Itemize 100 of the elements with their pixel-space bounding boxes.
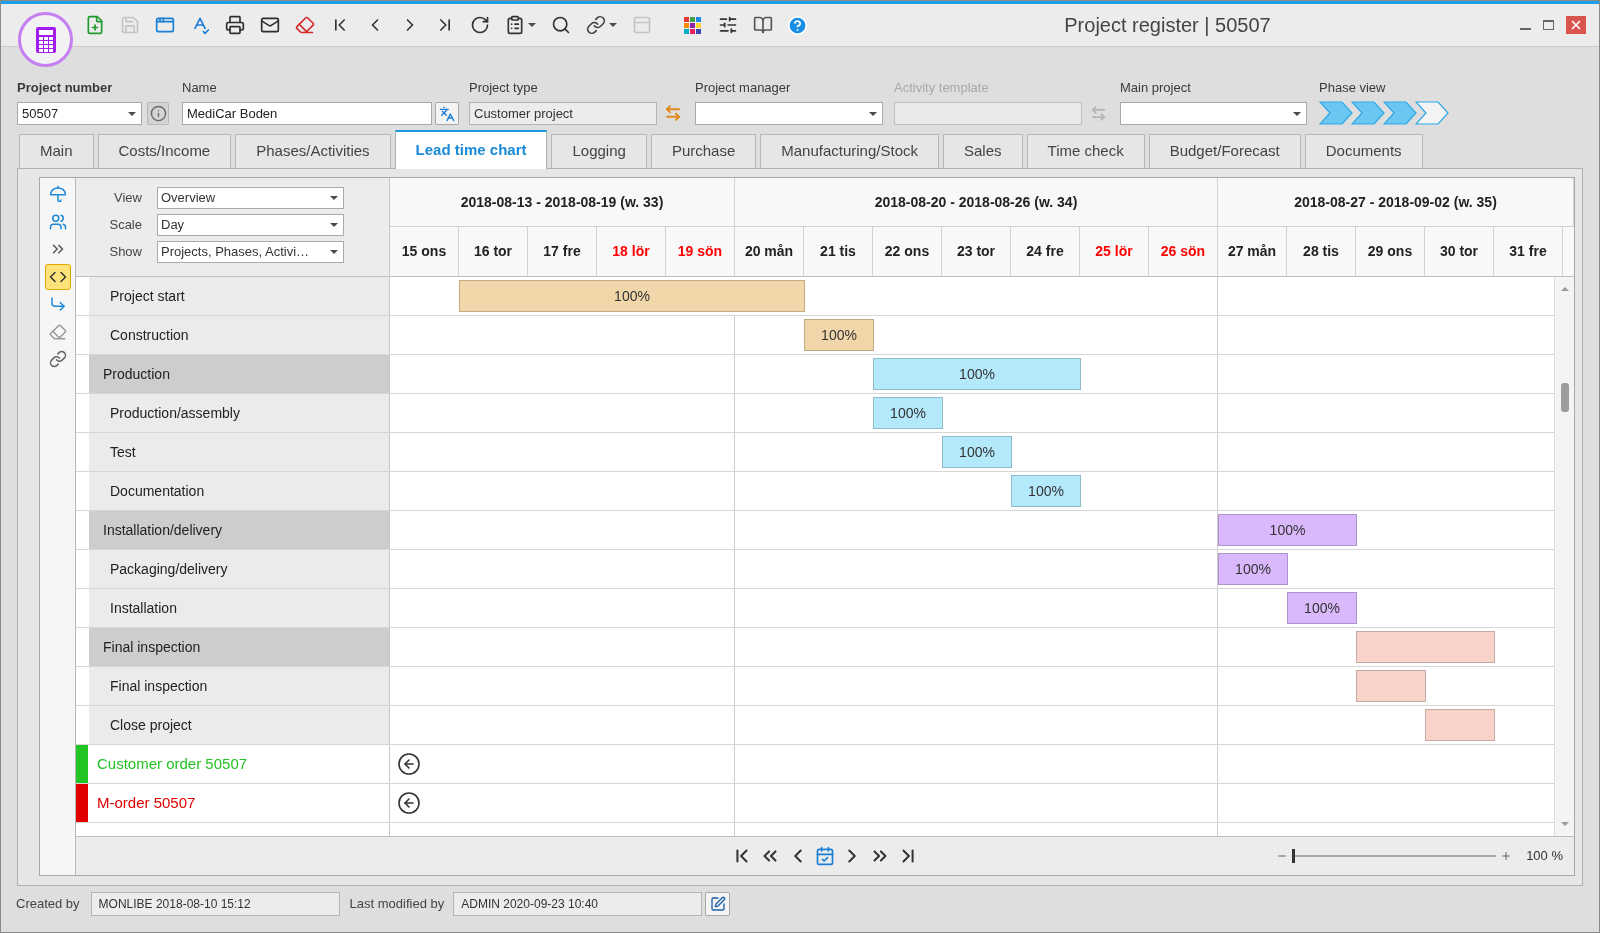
- printer-icon[interactable]: [224, 15, 245, 35]
- caret-icon[interactable]: [330, 250, 338, 254]
- arrow-left-circle-icon[interactable]: [397, 791, 421, 815]
- day-header: 24 fre: [1011, 227, 1080, 276]
- day-header: 27 mån: [1218, 227, 1287, 276]
- field-label: Project manager: [695, 80, 792, 96]
- zoom-slider-track[interactable]: [1292, 849, 1497, 863]
- day-header: 18 lör: [597, 227, 666, 276]
- info-icon: [149, 105, 167, 122]
- field-label: Phase view: [1319, 80, 1387, 96]
- calendar-icon[interactable]: [815, 846, 835, 866]
- tab[interactable]: Logging: [551, 134, 647, 168]
- caret-icon[interactable]: [869, 111, 877, 116]
- close-button[interactable]: [1566, 16, 1586, 34]
- caret-icon[interactable]: [1293, 111, 1301, 116]
- arrow-left-circle-icon[interactable]: [397, 752, 421, 776]
- gantt-bar[interactable]: 100%: [804, 319, 874, 351]
- color-grid-icon[interactable]: [684, 16, 701, 34]
- select-field[interactable]: Day: [157, 214, 344, 236]
- gantt-bar[interactable]: 100%: [1287, 592, 1357, 624]
- tab[interactable]: Phases/Activities: [235, 134, 391, 168]
- activity-label[interactable]: Production/assembly: [89, 394, 389, 432]
- day-header: 31 fre: [1494, 227, 1563, 276]
- scroll-up-icon[interactable]: [1560, 287, 1569, 291]
- gantt-bar[interactable]: 100%: [459, 280, 805, 312]
- day-header: 26 sön: [1149, 227, 1218, 276]
- week-header: 2018-08-27 - 2018-09-02 (w. 35): [1218, 178, 1574, 227]
- field-label: Project type: [469, 80, 539, 96]
- maximize-icon[interactable]: [1543, 20, 1554, 30]
- tab[interactable]: Manufacturing/Stock: [760, 134, 939, 168]
- translate-button[interactable]: [435, 102, 459, 125]
- day-header: 21 tis: [804, 227, 873, 276]
- caret-icon[interactable]: [330, 223, 338, 227]
- caret-icon[interactable]: [608, 23, 617, 27]
- day-header: 15 ons: [390, 227, 459, 276]
- edit-button[interactable]: [705, 892, 731, 916]
- sliders-icon[interactable]: [717, 15, 738, 35]
- tab[interactable]: Lead time chart: [394, 130, 548, 169]
- window-icon[interactable]: [154, 15, 175, 35]
- tab[interactable]: Purchase: [650, 134, 757, 168]
- info-button[interactable]: [147, 102, 169, 125]
- window-title: Project register | 50507: [1064, 13, 1271, 38]
- select-field[interactable]: Projects, Phases, Activi…: [157, 241, 344, 263]
- tab[interactable]: Costs/Income: [97, 134, 232, 168]
- tab[interactable]: Time check: [1026, 134, 1145, 168]
- eraser-icon[interactable]: [294, 15, 315, 35]
- gantt-bar[interactable]: 100%: [873, 358, 1081, 390]
- day-header: 16 tor: [459, 227, 528, 276]
- gantt-bar[interactable]: 100%: [1218, 514, 1357, 546]
- day-header: 23 tor: [942, 227, 1011, 276]
- gantt-bar[interactable]: 100%: [1218, 553, 1288, 585]
- caret-icon[interactable]: [527, 23, 536, 27]
- activity-label[interactable]: Packaging/delivery: [89, 550, 389, 588]
- activity-label[interactable]: Close project: [89, 706, 389, 744]
- caret-icon[interactable]: [128, 111, 136, 116]
- close-icon: [1569, 18, 1583, 32]
- day-header: 22 ons: [873, 227, 942, 276]
- field-label: Name: [182, 80, 218, 96]
- mail-icon[interactable]: [259, 15, 280, 35]
- caret-icon[interactable]: [330, 196, 338, 200]
- activity-label[interactable]: Installation: [89, 589, 389, 627]
- gantt-bar[interactable]: 100%: [942, 436, 1012, 468]
- gantt-bar[interactable]: 100%: [1011, 475, 1081, 507]
- zoom-in-icon[interactable]: [1500, 850, 1513, 862]
- day-header: 20 mån: [735, 227, 804, 276]
- day-header: 19 sön: [666, 227, 735, 276]
- activity-label[interactable]: Construction: [89, 316, 389, 354]
- activity-label[interactable]: Final inspection: [89, 667, 389, 705]
- activity-label[interactable]: Documentation: [89, 472, 389, 510]
- created-by-label: Created by: [16, 895, 80, 914]
- scroll-thumb[interactable]: [1560, 383, 1569, 412]
- modified-by-field: ADMIN 2020-09-23 10:40: [453, 892, 703, 916]
- phase-label[interactable]: Installation/delivery: [89, 511, 389, 549]
- tab[interactable]: Budget/Forecast: [1148, 134, 1301, 168]
- created-by-field: MONLIBE 2018-08-10 15:12: [90, 892, 340, 916]
- search-icon[interactable]: [550, 15, 571, 35]
- tab[interactable]: Sales: [943, 134, 1023, 168]
- project-number-combo[interactable]: 50507: [17, 102, 142, 125]
- help-icon[interactable]: [787, 14, 808, 36]
- tab[interactable]: Main: [19, 134, 94, 168]
- code-icon[interactable]: [44, 263, 71, 290]
- week-header: 2018-08-20 - 2018-08-26 (w. 34): [735, 178, 1218, 227]
- tab[interactable]: Documents: [1304, 134, 1423, 168]
- link-icon[interactable]: [585, 15, 606, 35]
- refresh-icon[interactable]: [469, 15, 490, 35]
- book-icon[interactable]: [752, 15, 773, 35]
- phase-label[interactable]: Production: [89, 355, 389, 393]
- gantt-bar[interactable]: 100%: [873, 397, 943, 429]
- activity-label[interactable]: Project start: [89, 277, 389, 315]
- name-input[interactable]: MediCar Boden: [182, 102, 432, 125]
- vertical-scrollbar[interactable]: [1554, 277, 1574, 836]
- activity-label[interactable]: Test: [89, 433, 389, 471]
- option-label: Scale: [108, 216, 142, 235]
- project-type-input[interactable]: Customer project: [469, 102, 657, 125]
- zoom-slider-thumb[interactable]: [1292, 849, 1296, 863]
- phase-label[interactable]: Final inspection: [89, 628, 389, 666]
- select-field[interactable]: Overview: [157, 187, 344, 209]
- day-header: 29 ons: [1356, 227, 1425, 276]
- day-header: 28 tis: [1287, 227, 1356, 276]
- scroll-down-icon[interactable]: [1560, 822, 1569, 826]
